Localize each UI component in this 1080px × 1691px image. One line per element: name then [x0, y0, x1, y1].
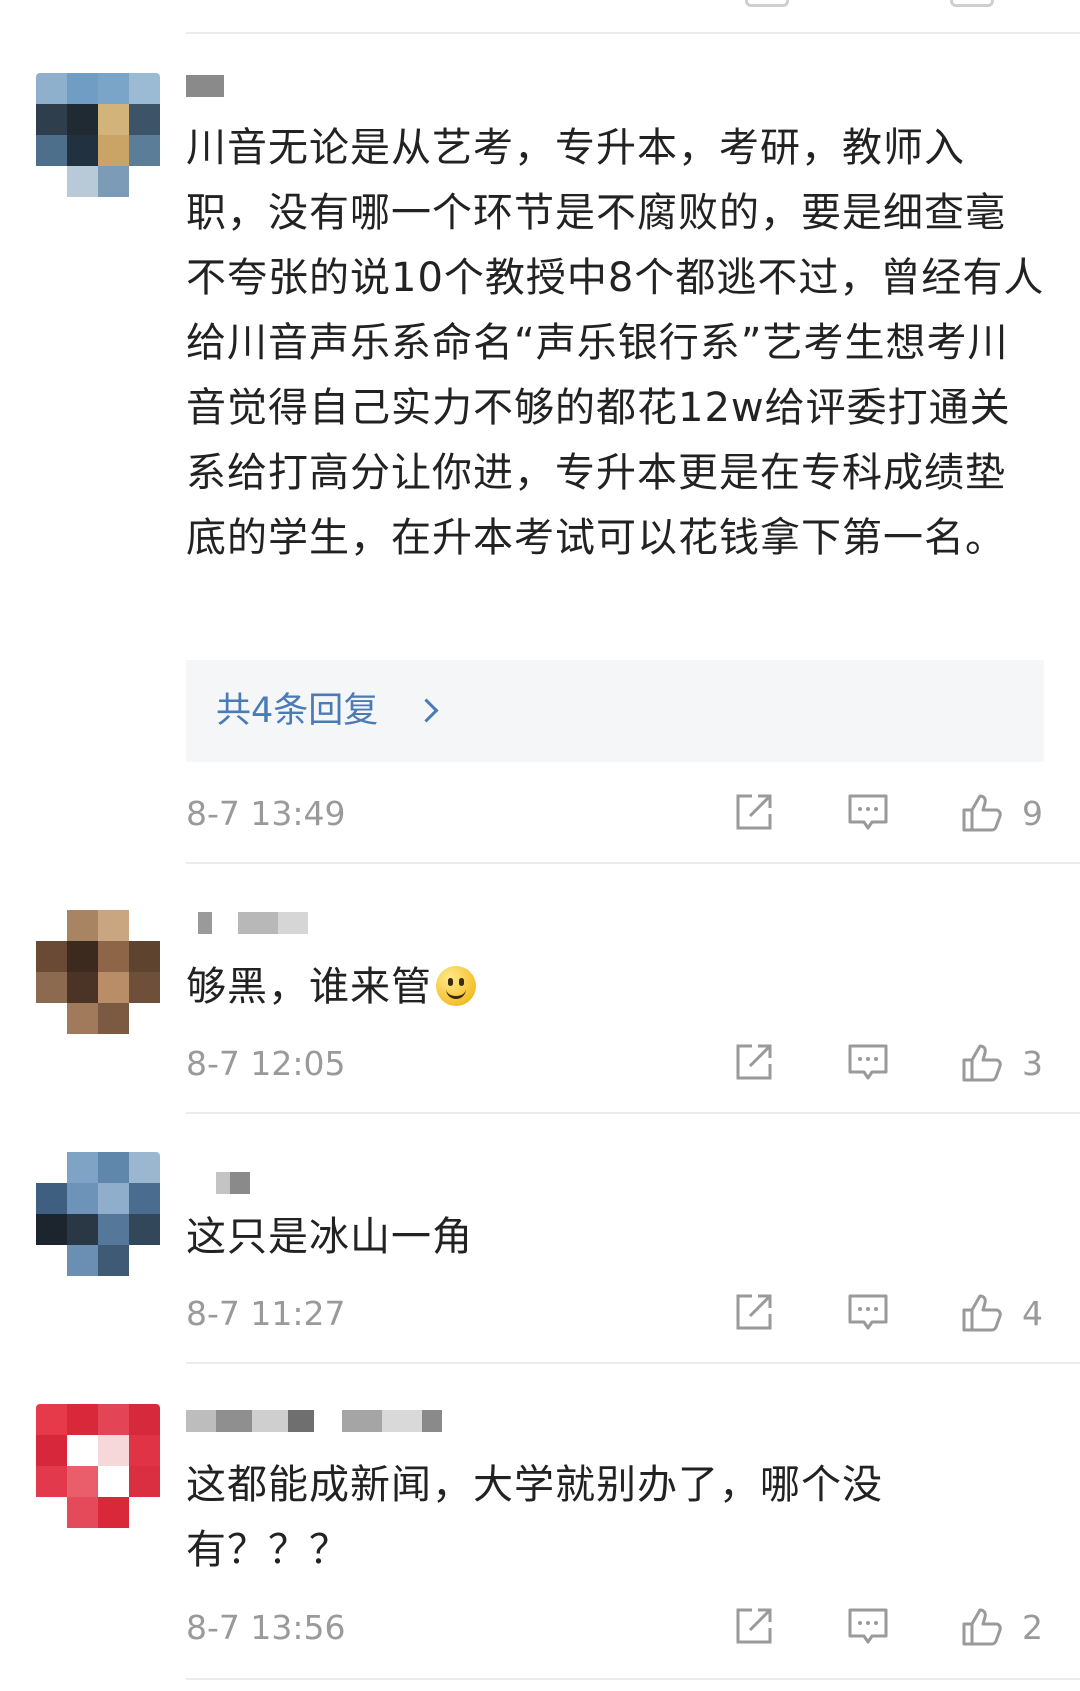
comment-text: 这都能成新闻，大学就别办了，哪个没有？？？: [186, 1462, 883, 1573]
avatar[interactable]: [36, 910, 160, 1034]
avatar[interactable]: [36, 1404, 160, 1528]
timestamp: 8-7 12:05: [186, 1044, 346, 1083]
comment-meta: 8-7 13:56 2: [186, 1602, 1046, 1652]
divider: [186, 1112, 1080, 1114]
comment-meta: 8-7 13:49 9: [186, 788, 1046, 838]
like-count: 3: [1022, 1044, 1043, 1083]
comment-text: 够黑，谁来管: [186, 955, 1046, 1020]
timestamp: 8-7 11:27: [186, 1294, 346, 1333]
timestamp: 8-7 13:56: [186, 1608, 346, 1647]
like-icon[interactable]: [958, 1602, 1006, 1650]
like-icon[interactable]: [958, 788, 1006, 836]
smile-emoji-icon: [436, 966, 476, 1006]
divider: [186, 32, 1080, 34]
comment-list-page: 川音无论是从艺考，专升本，考研，教师入职，没有哪一个环节是不腐败的，要是细查毫不…: [0, 0, 1080, 1691]
previous-comment-remnant: [0, 0, 1080, 34]
view-replies-link[interactable]: 共4条回复: [216, 686, 378, 736]
timestamp: 8-7 13:49: [186, 794, 346, 833]
chevron-right-icon: [414, 698, 439, 723]
comment-icon[interactable]: [844, 1288, 892, 1336]
like-icon: [950, 0, 994, 7]
like-icon[interactable]: [958, 1038, 1006, 1086]
comment-icon[interactable]: [844, 788, 892, 836]
like-count: 9: [1022, 794, 1043, 833]
share-icon[interactable]: [730, 788, 778, 836]
comment-text: 这只是冰山一角: [186, 1214, 473, 1260]
like-count: 2: [1022, 1608, 1043, 1647]
like-count: 4: [1022, 1294, 1043, 1333]
divider: [186, 1678, 1080, 1680]
share-icon[interactable]: [730, 1602, 778, 1650]
share-icon[interactable]: [730, 1288, 778, 1336]
comment-meta: 8-7 12:05 3: [186, 1038, 1046, 1088]
comment-icon[interactable]: [844, 1602, 892, 1650]
share-icon[interactable]: [730, 1038, 778, 1086]
replies-box[interactable]: 共4条回复: [186, 660, 1044, 762]
like-icon[interactable]: [958, 1288, 1006, 1336]
comment-text: 川音无论是从艺考，专升本，考研，教师入职，没有哪一个环节是不腐败的，要是细查毫不…: [186, 125, 1045, 561]
comment-text-body: 够黑，谁来管: [186, 964, 432, 1010]
comment-icon: [745, 0, 789, 7]
comment-meta: 8-7 11:27 4: [186, 1288, 1046, 1338]
avatar[interactable]: [36, 1152, 160, 1276]
divider: [186, 862, 1080, 864]
avatar[interactable]: [36, 73, 160, 197]
comment-icon[interactable]: [844, 1038, 892, 1086]
divider: [186, 1362, 1080, 1364]
